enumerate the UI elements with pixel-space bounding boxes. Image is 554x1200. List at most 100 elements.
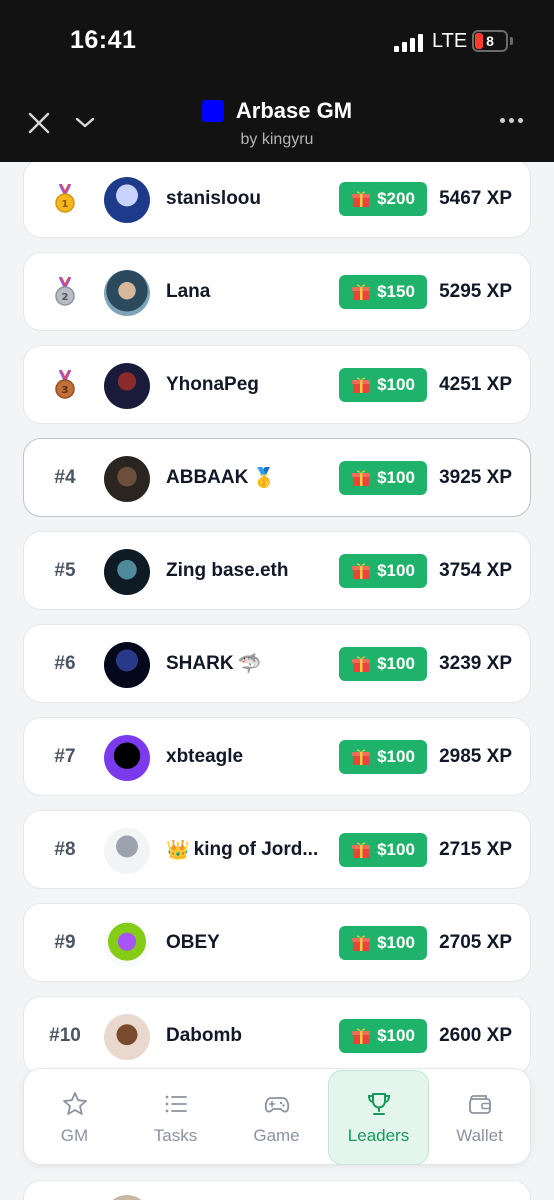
- svg-text:1: 1: [62, 199, 69, 210]
- leaderboard-row[interactable]: 3 YhonaPeg $100 4251 XP: [23, 345, 531, 424]
- signal-icon: [394, 34, 423, 52]
- leaderboard-row[interactable]: 2 Lana $150 5295 XP: [23, 252, 531, 331]
- nav-label: Tasks: [153, 1125, 198, 1145]
- avatar: [104, 549, 150, 595]
- app-logo-icon: [201, 100, 224, 122]
- silver-medal-icon: 2: [55, 276, 75, 306]
- gift-icon: [352, 377, 371, 393]
- avatar: [104, 456, 150, 502]
- leaderboard-row[interactable]: #10 Dabomb $100 2600 XP: [23, 996, 531, 1075]
- leaderboard-row[interactable]: #8 👑 king of Jord... $100 2715 XP: [23, 810, 531, 889]
- bronze-medal-icon: 3: [55, 369, 75, 399]
- svg-text:2: 2: [62, 292, 69, 303]
- avatar: [104, 1014, 150, 1060]
- rank-number: #7: [54, 745, 76, 767]
- gift-icon: [352, 1028, 371, 1044]
- prize-amount: $150: [377, 282, 415, 301]
- prize-badge: $100: [339, 926, 427, 960]
- gift-icon: [352, 191, 371, 207]
- list-icon: [165, 1095, 187, 1112]
- prize-amount: $100: [377, 375, 415, 394]
- prize-amount: $200: [377, 189, 415, 208]
- nav-item-wallet[interactable]: Wallet: [429, 1069, 530, 1166]
- trophy-icon: [367, 1092, 390, 1115]
- xp-value: 2985 XP: [439, 745, 512, 767]
- nav-label: GM: [60, 1125, 89, 1145]
- xp-value: 2715 XP: [439, 838, 512, 860]
- username: xbteagle: [166, 745, 244, 767]
- nav-item-gm[interactable]: GM: [24, 1069, 125, 1166]
- app-name: Arbase GM: [235, 98, 353, 123]
- leaderboard-row[interactable]: 1 stanisloou $200 5467 XP: [23, 159, 531, 238]
- avatar: [104, 270, 150, 316]
- battery-level: 8: [486, 33, 494, 49]
- leaderboard-row[interactable]: #9 OBEY $100 2705 XP: [23, 903, 531, 982]
- leaderboard-row-current-user[interactable]: #4 ABBAAK 🥇 $100 3925 XP: [23, 438, 531, 517]
- avatar: [104, 735, 150, 781]
- rank-medal-gold: 1: [42, 160, 88, 237]
- more-options-icon[interactable]: [500, 118, 528, 126]
- avatar: [104, 828, 150, 874]
- rank-number: #10: [49, 1024, 81, 1046]
- leaderboard-row[interactable]: #5 Zing base.eth $100 3754 XP: [23, 531, 531, 610]
- avatar: [104, 363, 150, 409]
- leaderboard-row[interactable]: #7 xbteagle $100 2985 XP: [23, 717, 531, 796]
- xp-value: 2600 XP: [439, 1024, 512, 1046]
- username: stanisloou: [166, 187, 262, 209]
- xp-value: 4251 XP: [439, 373, 512, 395]
- nav-label: Game: [253, 1125, 300, 1145]
- prize-badge: $150: [339, 275, 427, 309]
- prize-badge: $100: [339, 554, 427, 588]
- prize-amount: $100: [377, 933, 415, 952]
- app-header: 16:41 LTE 8 Arbase GM by kingyru: [0, 0, 554, 162]
- xp-value: 3925 XP: [439, 466, 512, 488]
- gift-icon: [352, 935, 371, 951]
- prize-badge: $100: [339, 647, 427, 681]
- username: ABBAAK 🥇: [166, 439, 342, 516]
- avatar: [104, 1195, 150, 1200]
- status-time: 16:41: [70, 26, 137, 54]
- avatar: [104, 921, 150, 967]
- rank-number: #5: [54, 559, 76, 581]
- network-type: LTE: [432, 30, 468, 52]
- username: SHARK 🦈: [166, 625, 342, 702]
- gift-icon: [352, 284, 371, 300]
- nav-item-leaders[interactable]: Leaders: [328, 1070, 429, 1165]
- nav-item-game[interactable]: Game: [226, 1069, 327, 1166]
- leaderboard-row-partial[interactable]: [23, 1180, 531, 1200]
- username: Zing base.eth: [166, 559, 289, 581]
- prize-amount: $100: [377, 561, 415, 580]
- username: Lana: [166, 280, 211, 302]
- avatar: [104, 177, 150, 223]
- username-text: king of Jord...: [193, 838, 319, 860]
- prize-badge: $100: [339, 461, 427, 495]
- rank-number: #6: [54, 652, 76, 674]
- prize-badge: $100: [339, 740, 427, 774]
- gift-icon: [352, 842, 371, 858]
- xp-value: 5295 XP: [439, 280, 512, 302]
- nav-label: Wallet: [456, 1125, 503, 1145]
- battery-cap: [510, 37, 513, 45]
- prize-amount: $100: [377, 840, 415, 859]
- username: YhonaPeg: [166, 373, 259, 395]
- rank-number: #4: [54, 466, 76, 488]
- avatar: [104, 642, 150, 688]
- username-text: ABBAAK: [166, 466, 249, 488]
- username: OBEY: [166, 931, 220, 953]
- username-text: SHARK: [166, 652, 234, 674]
- xp-value: 5467 XP: [439, 187, 512, 209]
- prize-amount: $100: [377, 1026, 415, 1045]
- prize-amount: $100: [377, 747, 415, 766]
- gift-icon: [352, 563, 371, 579]
- username: Dabomb: [166, 1024, 242, 1046]
- username-emoji: 🥇: [252, 467, 276, 489]
- battery-icon: 8: [472, 30, 508, 52]
- xp-value: 3754 XP: [439, 559, 512, 581]
- rank-medal-silver: 2: [42, 253, 88, 330]
- gift-icon: [352, 749, 371, 765]
- gift-icon: [352, 470, 371, 486]
- nav-item-tasks[interactable]: Tasks: [125, 1069, 226, 1166]
- gamepad-icon: [264, 1096, 289, 1113]
- leaderboard-row[interactable]: #6 SHARK 🦈 $100 3239 XP: [23, 624, 531, 703]
- prize-badge: $100: [339, 833, 427, 867]
